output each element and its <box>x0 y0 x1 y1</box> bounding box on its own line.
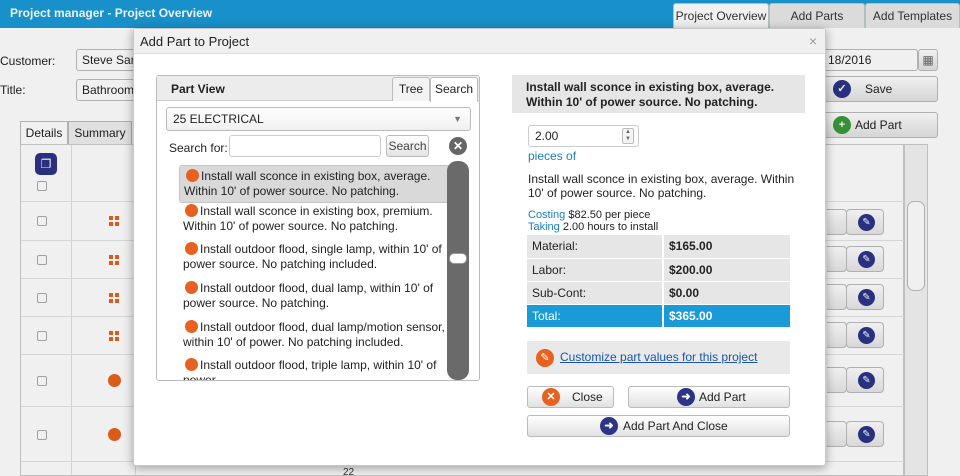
part-list-scrollbar[interactable] <box>447 161 469 380</box>
close-button[interactable]: ✕ Close <box>527 386 614 408</box>
stepper-arrows-icon[interactable]: ▲ ▼ <box>622 128 634 144</box>
cost-row: Sub-Cont: $0.00 <box>527 281 790 305</box>
close-icon[interactable]: × <box>809 33 817 49</box>
part-item-label: Install wall sconce in existing box, pre… <box>183 204 433 233</box>
part-item[interactable]: Install outdoor flood, triple lamp, with… <box>179 355 451 380</box>
taking-line: Taking 2.00 hours to install <box>528 222 658 233</box>
add-part-and-close-label: Add Part And Close <box>623 419 728 433</box>
costing-line: Costing $82.50 per piece <box>528 210 650 221</box>
costing-label: Costing <box>528 209 566 221</box>
tab-search[interactable]: Search <box>430 77 478 102</box>
part-detail-heading: Install wall sconce in existing box, ave… <box>512 75 805 113</box>
part-view-panel: Part View Tree Search 25 ELECTRICAL ▼ Se… <box>156 75 480 381</box>
part-dot-icon <box>185 358 198 371</box>
quantity-stepper[interactable]: 2.00 ▲ ▼ <box>528 125 639 147</box>
cost-label: Sub-Cont: <box>527 281 663 305</box>
cost-label: Material: <box>527 235 663 259</box>
part-dot-icon <box>185 242 198 255</box>
quantity-value: 2.00 <box>535 129 559 143</box>
part-item-label: Install outdoor flood, single lamp, with… <box>183 242 442 271</box>
search-label: Search for: <box>169 141 228 155</box>
unit-label: pieces of <box>528 149 577 163</box>
total-value: $365.00 <box>662 304 790 328</box>
cost-table: Material: $165.00 Labor: $200.00 Sub-Cont:… <box>527 235 790 328</box>
total-label: Total: <box>527 304 663 328</box>
dialog-header: Add Part to Project × <box>134 29 825 54</box>
part-item[interactable]: Install outdoor flood, dual lamp, within… <box>179 278 451 314</box>
arrow-right-icon: ➜ <box>677 388 695 406</box>
part-list: Install wall sconce in existing box, ave… <box>179 165 451 380</box>
part-list-scrollbar-thumb[interactable] <box>449 253 467 264</box>
customize-link[interactable]: Customize part values for this project <box>560 350 757 364</box>
arrow-right-icon: ➜ <box>600 417 618 435</box>
part-item[interactable]: Install wall sconce in existing box, pre… <box>179 201 451 237</box>
pencil-icon: ✎ <box>536 349 554 367</box>
part-dot-icon <box>186 169 199 182</box>
dialog-title: Add Part to Project <box>140 34 250 49</box>
cost-value: $200.00 <box>662 258 790 282</box>
add-part-button[interactable]: ➜ Add Part <box>628 386 790 408</box>
taking-value: 2.00 hours to install <box>562 221 659 233</box>
part-item-label: Install outdoor flood, dual lamp, within… <box>183 281 434 310</box>
part-dot-icon <box>185 204 198 217</box>
category-select-value: 25 ELECTRICAL <box>173 112 264 126</box>
part-item[interactable]: Install outdoor flood, dual lamp/motion … <box>179 317 451 353</box>
clear-search-icon[interactable]: ✕ <box>449 137 467 155</box>
total-row: Total: $365.00 <box>527 304 790 328</box>
add-part-and-close-button[interactable]: ➜ Add Part And Close <box>527 415 790 437</box>
close-circle-icon: ✕ <box>542 388 560 406</box>
part-dot-icon <box>185 281 198 294</box>
cost-value: $0.00 <box>662 281 790 305</box>
tab-tree[interactable]: Tree <box>392 77 430 101</box>
add-part-button-label: Add Part <box>699 390 746 404</box>
cost-row: Labor: $200.00 <box>527 258 790 282</box>
part-item[interactable]: Install outdoor flood, single lamp, with… <box>179 239 451 275</box>
cost-row: Material: $165.00 <box>527 235 790 259</box>
part-item[interactable]: Install wall sconce in existing box, ave… <box>179 165 451 203</box>
taking-label: Taking <box>528 221 560 233</box>
part-view-label: Part View <box>171 82 225 96</box>
search-input[interactable] <box>229 135 381 157</box>
add-part-dialog: Add Part to Project × Part View Tree Sea… <box>133 28 826 466</box>
customize-box: ✎ Customize part values for this project <box>527 341 790 374</box>
costing-value: $82.50 per piece <box>568 209 651 221</box>
close-button-label: Close <box>572 390 603 404</box>
category-select[interactable]: 25 ELECTRICAL ▼ <box>166 107 471 131</box>
part-description: Install wall sconce in existing box, ave… <box>528 172 795 200</box>
part-item-label: Install outdoor flood, dual lamp/motion … <box>183 320 445 349</box>
cost-label: Labor: <box>527 258 663 282</box>
cost-value: $165.00 <box>662 235 790 259</box>
search-button[interactable]: Search <box>386 135 429 157</box>
chevron-down-icon: ▼ <box>453 114 462 124</box>
part-item-label: Install outdoor flood, triple lamp, with… <box>183 358 437 380</box>
part-item-label: Install wall sconce in existing box, ave… <box>184 169 431 198</box>
part-dot-icon <box>185 320 198 333</box>
